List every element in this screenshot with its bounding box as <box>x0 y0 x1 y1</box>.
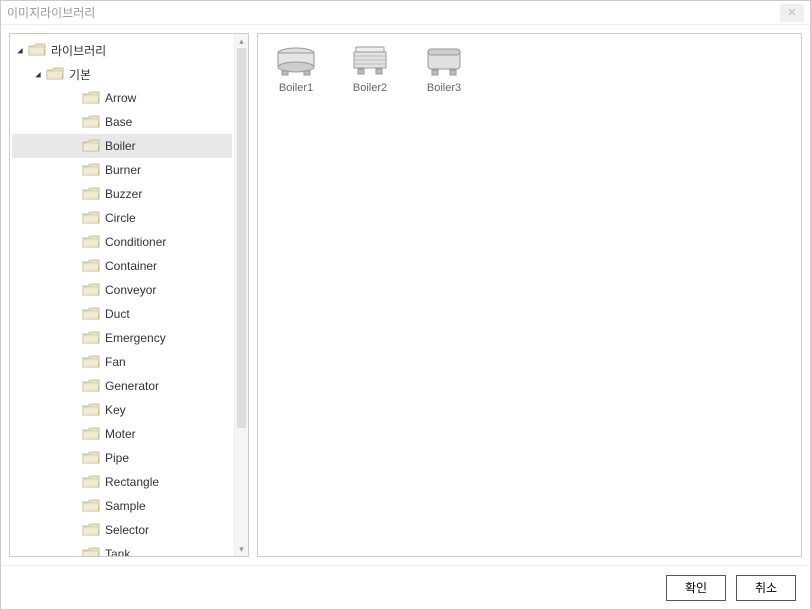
folder-icon <box>82 499 100 513</box>
tree-item-label: 기본 <box>69 66 91 83</box>
boiler-icon <box>272 44 320 78</box>
folder-icon <box>82 211 100 225</box>
content-area: ◢ 라이브러리 ◢ 기본 Arrow Base Boiler Burner Buzzer Circ… <box>1 25 810 565</box>
folder-icon <box>82 91 100 105</box>
tree-item-label: Base <box>105 115 132 129</box>
tree-item-label: Tank <box>105 547 130 556</box>
tree-item-label: Circle <box>105 211 136 225</box>
folder-icon <box>82 331 100 345</box>
tree-item-emergency[interactable]: Emergency <box>12 326 232 350</box>
folder-icon <box>28 43 46 57</box>
tree-expand-icon[interactable]: ◢ <box>33 70 43 79</box>
tree-item-duct[interactable]: Duct <box>12 302 232 326</box>
tree-item-label: Pipe <box>105 451 129 465</box>
tree-item-label: Selector <box>105 523 149 537</box>
thumbnail-item[interactable]: Boiler3 <box>416 44 472 94</box>
tree-item-circle[interactable]: Circle <box>12 206 232 230</box>
tree-item-moter[interactable]: Moter <box>12 422 232 446</box>
folder-icon <box>82 139 100 153</box>
tree-item-label: Key <box>105 403 126 417</box>
thumbnail-panel: Boiler1 Boiler2 Boiler3 <box>257 33 802 557</box>
tree-item-label: Boiler <box>105 139 136 153</box>
tree-item-label: Duct <box>105 307 130 321</box>
tree-item-라이브러리[interactable]: ◢ 라이브러리 <box>12 38 232 62</box>
tree-item-rectangle[interactable]: Rectangle <box>12 470 232 494</box>
folder-icon <box>82 523 100 537</box>
tree-item-label: Container <box>105 259 157 273</box>
tree-expand-icon[interactable]: ◢ <box>15 46 25 55</box>
scrollbar[interactable]: ▴ ▾ <box>234 34 248 556</box>
tree-item-fan[interactable]: Fan <box>12 350 232 374</box>
thumbnail-grid: Boiler1 Boiler2 Boiler3 <box>268 44 791 94</box>
titlebar: 이미지라이브러리 ✕ <box>1 1 810 25</box>
tree-item-arrow[interactable]: Arrow <box>12 86 232 110</box>
tree-item-generator[interactable]: Generator <box>12 374 232 398</box>
tree-item-label: Burner <box>105 163 141 177</box>
thumbnail-item[interactable]: Boiler1 <box>268 44 324 94</box>
tree-item-sample[interactable]: Sample <box>12 494 232 518</box>
tree-item-label: Generator <box>105 379 159 393</box>
tree-item-conditioner[interactable]: Conditioner <box>12 230 232 254</box>
folder-icon <box>82 427 100 441</box>
tree-item-label: Conditioner <box>105 235 166 249</box>
folder-icon <box>82 235 100 249</box>
folder-icon <box>82 307 100 321</box>
tree-item-tank[interactable]: Tank <box>12 542 232 556</box>
folder-icon <box>82 475 100 489</box>
folder-icon <box>82 355 100 369</box>
tree-item-buzzer[interactable]: Buzzer <box>12 182 232 206</box>
tree-item-container[interactable]: Container <box>12 254 232 278</box>
folder-icon <box>82 283 100 297</box>
thumbnail-label: Boiler2 <box>353 82 387 94</box>
tree-view[interactable]: ◢ 라이브러리 ◢ 기본 Arrow Base Boiler Burner Buzzer Circ… <box>10 34 234 556</box>
folder-icon <box>82 187 100 201</box>
scroll-down-icon[interactable]: ▾ <box>235 542 248 556</box>
tree-item-기본[interactable]: ◢ 기본 <box>12 62 232 86</box>
folder-icon <box>82 115 100 129</box>
folder-icon <box>82 379 100 393</box>
folder-icon <box>82 163 100 177</box>
boiler-icon <box>420 44 468 78</box>
button-bar: 확인 취소 <box>1 565 810 609</box>
tree-item-pipe[interactable]: Pipe <box>12 446 232 470</box>
tree-item-key[interactable]: Key <box>12 398 232 422</box>
thumbnail-label: Boiler1 <box>279 82 313 94</box>
folder-icon <box>82 403 100 417</box>
folder-icon <box>82 547 100 556</box>
thumbnail-label: Boiler3 <box>427 82 461 94</box>
tree-panel: ◢ 라이브러리 ◢ 기본 Arrow Base Boiler Burner Buzzer Circ… <box>9 33 249 557</box>
tree-item-label: Emergency <box>105 331 166 345</box>
tree-item-selector[interactable]: Selector <box>12 518 232 542</box>
tree-item-label: Moter <box>105 427 136 441</box>
folder-icon <box>82 451 100 465</box>
tree-item-label: Sample <box>105 499 146 513</box>
scroll-up-icon[interactable]: ▴ <box>235 34 248 48</box>
ok-button[interactable]: 확인 <box>666 575 726 601</box>
tree-item-label: 라이브러리 <box>51 42 106 59</box>
tree-item-label: Arrow <box>105 91 136 105</box>
folder-icon <box>82 259 100 273</box>
tree-item-label: Rectangle <box>105 475 159 489</box>
thumbnail-item[interactable]: Boiler2 <box>342 44 398 94</box>
tree-item-base[interactable]: Base <box>12 110 232 134</box>
tree-item-label: Conveyor <box>105 283 156 297</box>
close-button[interactable]: ✕ <box>780 4 804 22</box>
tree-item-label: Buzzer <box>105 187 142 201</box>
close-icon: ✕ <box>787 6 796 19</box>
tree-item-burner[interactable]: Burner <box>12 158 232 182</box>
tree-item-conveyor[interactable]: Conveyor <box>12 278 232 302</box>
tree-item-label: Fan <box>105 355 126 369</box>
window-title: 이미지라이브러리 <box>7 4 780 21</box>
image-library-dialog: 이미지라이브러리 ✕ ◢ 라이브러리 ◢ 기본 Arrow Base Boiler Burne… <box>0 0 811 610</box>
cancel-button[interactable]: 취소 <box>736 575 796 601</box>
boiler-icon <box>346 44 394 78</box>
scrollbar-thumb[interactable] <box>237 48 246 428</box>
tree-item-boiler[interactable]: Boiler <box>12 134 232 158</box>
folder-icon <box>46 67 64 81</box>
